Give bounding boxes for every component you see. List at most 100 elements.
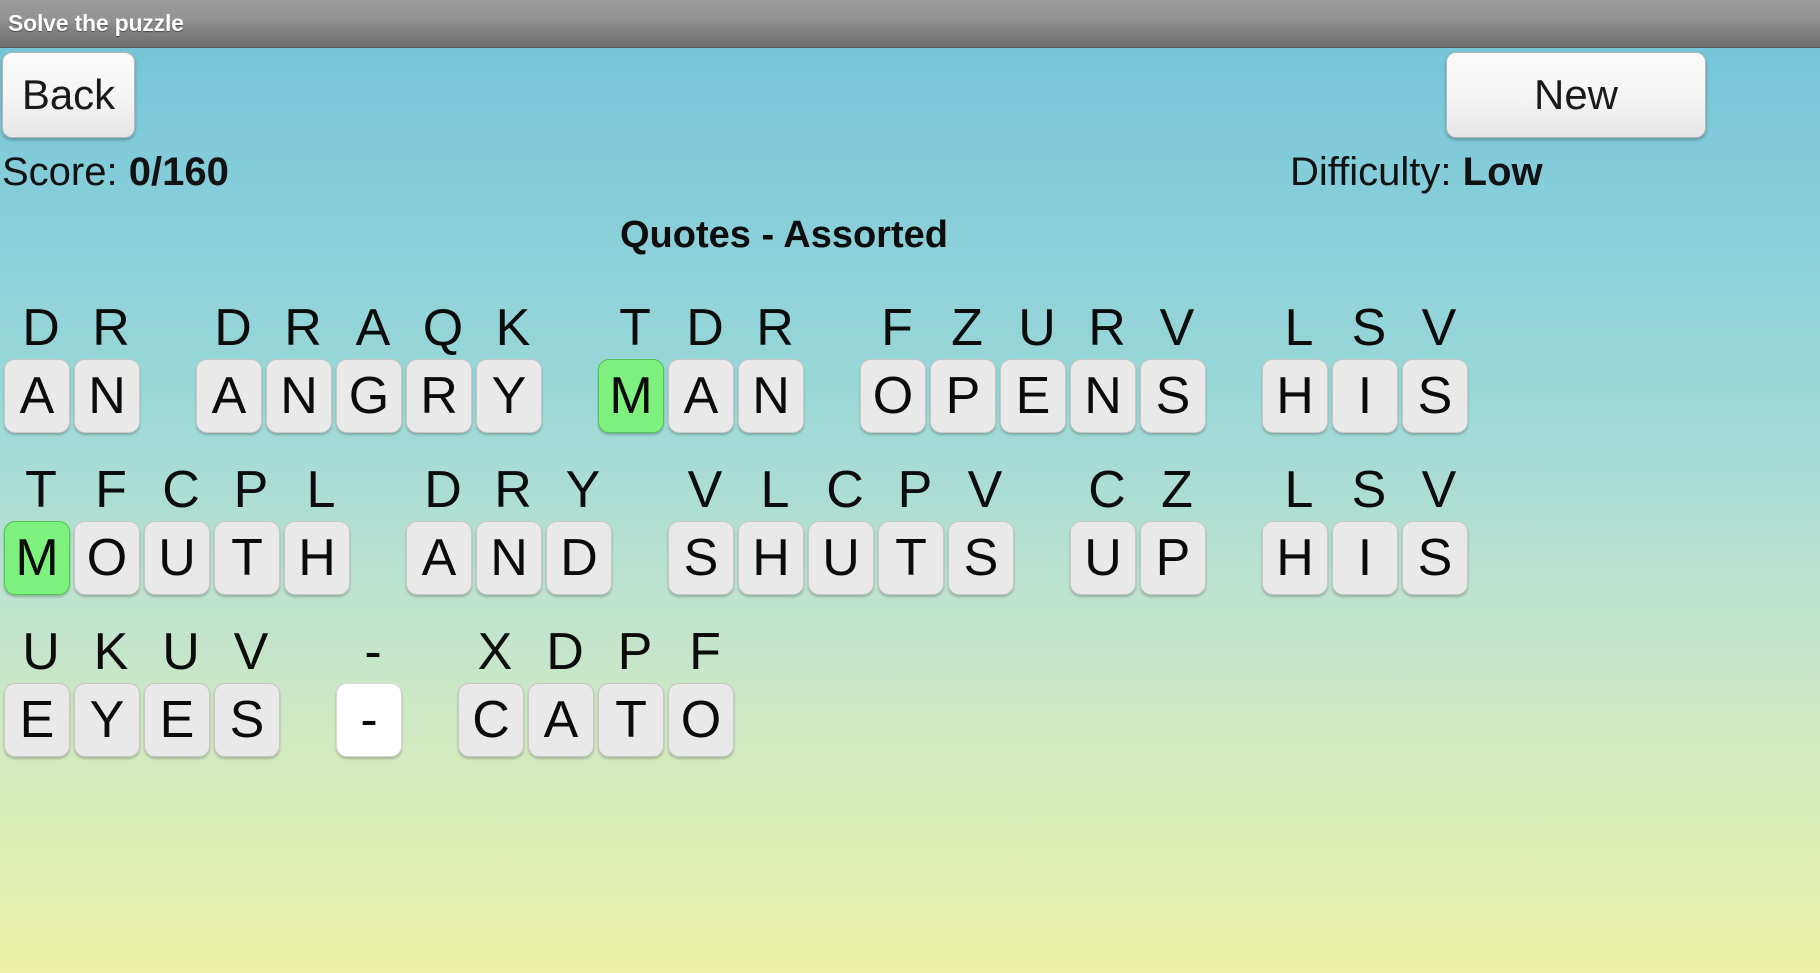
- cipher-letter: R: [494, 461, 532, 519]
- letter-tile[interactable]: Y: [74, 683, 140, 757]
- letter-tile[interactable]: Y: [476, 359, 542, 433]
- letter-tile[interactable]: O: [668, 683, 734, 757]
- letter-tile[interactable]: A: [4, 359, 70, 433]
- letter-tile[interactable]: I: [1332, 521, 1398, 595]
- letter-tile[interactable]: H: [1262, 521, 1328, 595]
- difficulty-label: Difficulty:: [1290, 150, 1463, 194]
- cipher-letter: Q: [422, 299, 464, 357]
- letter-tile[interactable]: S: [948, 521, 1014, 595]
- back-button-label: Back: [21, 71, 116, 118]
- letter-tile[interactable]: H: [1262, 359, 1328, 433]
- cipher-line: UKUV-XDPF: [0, 606, 1820, 678]
- letter-tile[interactable]: S: [1140, 359, 1206, 433]
- cipher-letter: C: [1088, 461, 1126, 519]
- letter-tile[interactable]: U: [1070, 521, 1136, 595]
- cipher-letter: R: [92, 299, 130, 357]
- answer-word: AND: [404, 521, 614, 595]
- answer-word: CATO: [456, 683, 736, 757]
- letter-tile[interactable]: S: [1402, 359, 1468, 433]
- answer-word: UP: [1068, 521, 1208, 595]
- puzzle-row: DRDRAQKTDRFZURVLSVANANGRYMANOPENSHIS: [0, 282, 1820, 438]
- answer-word: HIS: [1260, 521, 1470, 595]
- cipher-letter: V: [1159, 299, 1195, 357]
- letter-tile[interactable]: S: [1402, 521, 1468, 595]
- cipher-letter: Z: [1161, 461, 1193, 519]
- cipher-line: TFCPLDRYVLCPVCZLSV: [0, 444, 1820, 516]
- app-root: Solve the puzzle Back New Score: 0/160 D…: [0, 0, 1820, 973]
- letter-tile[interactable]: S: [214, 683, 280, 757]
- answer-word: MOUTH: [2, 521, 352, 595]
- letter-tile[interactable]: U: [144, 521, 210, 595]
- letter-tile[interactable]: R: [406, 359, 472, 433]
- letter-tile[interactable]: E: [4, 683, 70, 757]
- cipher-word: DRAQK: [198, 302, 548, 354]
- letter-tile[interactable]: O: [74, 521, 140, 595]
- difficulty-value: Low: [1462, 150, 1543, 194]
- cipher-letter: P: [233, 461, 269, 519]
- cipher-letter: X: [477, 623, 513, 681]
- letter-tile[interactable]: O: [860, 359, 926, 433]
- back-button[interactable]: Back: [2, 52, 135, 138]
- letter-tile[interactable]: N: [738, 359, 804, 433]
- answer-word: MAN: [596, 359, 806, 433]
- letter-tile[interactable]: A: [196, 359, 262, 433]
- punctuation-tile[interactable]: -: [336, 683, 402, 757]
- letter-tile[interactable]: A: [528, 683, 594, 757]
- letter-tile[interactable]: D: [546, 521, 612, 595]
- cipher-letter: V: [1421, 299, 1457, 357]
- letter-tile[interactable]: E: [144, 683, 210, 757]
- letter-tile[interactable]: T: [598, 683, 664, 757]
- letter-tile[interactable]: M: [4, 521, 70, 595]
- letter-tile[interactable]: U: [808, 521, 874, 595]
- cipher-word: CZ: [1072, 464, 1212, 516]
- cipher-word: LSV: [1264, 464, 1474, 516]
- letter-tile[interactable]: T: [214, 521, 280, 595]
- cipher-letter: S: [1351, 461, 1387, 519]
- letter-tile[interactable]: I: [1332, 359, 1398, 433]
- answer-word: SHUTS: [666, 521, 1016, 595]
- cipher-letter: D: [22, 299, 60, 357]
- cipher-letter: D: [424, 461, 462, 519]
- letter-tile[interactable]: A: [668, 359, 734, 433]
- answer-word: HIS: [1260, 359, 1470, 433]
- letter-tile[interactable]: G: [336, 359, 402, 433]
- puzzle-category-title: Quotes - Assorted: [620, 214, 948, 256]
- letter-tile[interactable]: T: [878, 521, 944, 595]
- cipher-word: VLCPV: [670, 464, 1020, 516]
- cipher-letter: A: [355, 299, 391, 357]
- new-button[interactable]: New: [1446, 52, 1706, 138]
- cipher-letter: L: [306, 461, 336, 519]
- cipher-letter: T: [619, 299, 651, 357]
- puzzle-row: UKUV-XDPFEYES-CATO: [0, 606, 1820, 762]
- letter-tile[interactable]: P: [1140, 521, 1206, 595]
- answer-word: AN: [2, 359, 142, 433]
- cipher-letter: -: [364, 623, 382, 681]
- cipher-letter: L: [760, 461, 790, 519]
- letter-tile[interactable]: S: [668, 521, 734, 595]
- cipher-word: UKUV: [6, 626, 286, 678]
- letter-tile[interactable]: C: [458, 683, 524, 757]
- cipher-letter: C: [162, 461, 200, 519]
- letter-tile[interactable]: P: [930, 359, 996, 433]
- title-bar: Solve the puzzle: [0, 0, 1820, 48]
- letter-tile[interactable]: H: [284, 521, 350, 595]
- cipher-letter: U: [1018, 299, 1056, 357]
- letter-tile[interactable]: E: [1000, 359, 1066, 433]
- cipher-letter: V: [967, 461, 1003, 519]
- letter-tile[interactable]: M: [598, 359, 664, 433]
- cipher-word: TDR: [600, 302, 810, 354]
- puzzle-row: TFCPLDRYVLCPVCZLSVMOUTHANDSHUTSUPHIS: [0, 444, 1820, 600]
- answer-word: OPENS: [858, 359, 1208, 433]
- letter-tile[interactable]: N: [74, 359, 140, 433]
- cipher-letter: V: [1421, 461, 1457, 519]
- cipher-letter: F: [689, 623, 721, 681]
- cipher-letter: U: [162, 623, 200, 681]
- cipher-letter: D: [546, 623, 584, 681]
- letter-tile[interactable]: N: [476, 521, 542, 595]
- cipher-letter: F: [881, 299, 913, 357]
- letter-tile[interactable]: H: [738, 521, 804, 595]
- score-label: Score:: [2, 150, 129, 194]
- letter-tile[interactable]: A: [406, 521, 472, 595]
- letter-tile[interactable]: N: [1070, 359, 1136, 433]
- letter-tile[interactable]: N: [266, 359, 332, 433]
